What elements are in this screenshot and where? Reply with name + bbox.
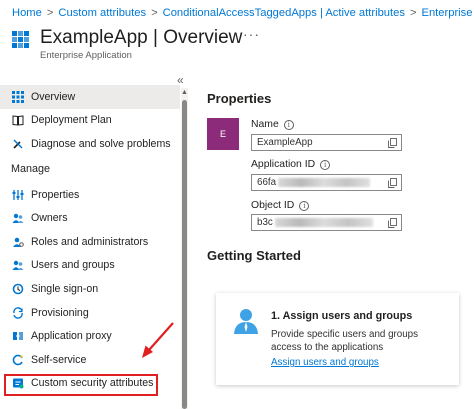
highlight-box	[4, 374, 158, 396]
copy-icon[interactable]	[388, 178, 397, 188]
sidebar-item-sso[interactable]: Single sign-on	[0, 277, 180, 301]
name-label: Name i	[251, 119, 294, 130]
object-id-value: b3c	[257, 217, 273, 228]
sso-icon	[11, 282, 24, 295]
card-title: 1. Assign users and groups	[271, 310, 413, 322]
breadcrumb-enterprise-applications[interactable]: Enterprise applicati	[422, 7, 474, 19]
properties-heading: Properties	[207, 91, 272, 106]
sidebar-item-deployment-plan[interactable]: Deployment Plan	[0, 109, 180, 133]
sidebar-item-overview[interactable]: Overview	[0, 85, 180, 109]
breadcrumb-custom-attributes[interactable]: Custom attributes	[58, 7, 146, 19]
grid-icon	[11, 90, 24, 103]
application-id-label: Application ID i	[251, 159, 331, 170]
book-icon	[11, 114, 24, 127]
sidebar-item-diagnose[interactable]: Diagnose and solve problems	[0, 132, 180, 156]
sidebar-item-self-service[interactable]: Self-service	[0, 348, 180, 372]
users-icon	[11, 259, 24, 272]
sidebar-item-label: Users and groups	[31, 259, 115, 272]
sidebar-item-label: Owners	[31, 212, 68, 225]
app-grid-icon	[12, 31, 30, 49]
redacted-value	[274, 218, 373, 227]
card-description: Provide specific users and groups access…	[271, 329, 419, 353]
wrench-icon	[11, 137, 24, 150]
object-id-field[interactable]: b3c	[251, 214, 402, 231]
sidebar-item-properties[interactable]: Properties	[0, 183, 180, 207]
sidebar-item-label: Properties	[31, 188, 80, 201]
application-id-label-text: Application ID	[251, 159, 316, 170]
copy-icon[interactable]	[388, 138, 397, 148]
sidebar-item-owners[interactable]: Owners	[0, 206, 180, 230]
breadcrumb-separator: >	[46, 7, 54, 19]
object-id-label: Object ID i	[251, 200, 310, 211]
sidebar-item-label: Self-service	[31, 353, 87, 366]
sidebar-item-label: Deployment Plan	[31, 114, 112, 127]
sidebar-item-provisioning[interactable]: Provisioning	[0, 301, 180, 325]
assign-users-card: 1. Assign users and groups Provide speci…	[216, 293, 459, 385]
breadcrumb-home[interactable]: Home	[12, 7, 42, 19]
name-field[interactable]: ExampleApp	[251, 134, 402, 151]
sidebar-item-label: Roles and administrators	[31, 235, 149, 248]
breadcrumb-separator: >	[409, 7, 417, 19]
sidebar-item-roles[interactable]: Roles and administrators	[0, 230, 180, 254]
sidebar-item-label: Single sign-on	[31, 282, 99, 295]
info-icon[interactable]: i	[320, 159, 331, 170]
info-icon[interactable]: i	[299, 200, 310, 211]
sidebar-item-app-proxy[interactable]: Application proxy	[0, 324, 180, 348]
breadcrumb: Home > Custom attributes > ConditionalAccess…	[12, 7, 474, 21]
provisioning-icon	[11, 306, 24, 319]
sidebar-item-users-groups[interactable]: Users and groups	[0, 254, 180, 278]
application-id-value: 66fa	[257, 177, 277, 188]
sidebar-section-manage: Manage	[11, 163, 51, 176]
sidebar-item-label: Diagnose and solve problems	[31, 137, 171, 150]
sidebar-item-label: Application proxy	[31, 330, 112, 343]
sidebar-item-label: Overview	[31, 90, 76, 103]
page-title: ExampleApp | Overview	[40, 27, 243, 48]
info-icon[interactable]: i	[283, 119, 294, 130]
name-value: ExampleApp	[257, 137, 313, 148]
sidebar-scrollbar-thumb[interactable]	[182, 100, 187, 409]
properties-icon	[11, 188, 24, 201]
sidebar-item-label: Provisioning	[31, 306, 89, 319]
redacted-value	[278, 178, 371, 187]
copy-icon[interactable]	[388, 218, 397, 228]
app-avatar: E	[207, 118, 239, 150]
page-subtitle: Enterprise Application	[40, 50, 132, 61]
breadcrumb-separator: >	[151, 7, 158, 19]
scroll-up-icon[interactable]: ▲	[181, 88, 188, 97]
sidebar-nav: Overview Deployment Plan Diagnose and so…	[0, 85, 180, 395]
owners-icon	[11, 212, 24, 225]
getting-started-heading: Getting Started	[207, 248, 301, 263]
name-label-text: Name	[251, 119, 279, 130]
user-icon	[234, 309, 258, 334]
proxy-icon	[11, 330, 24, 343]
object-id-label-text: Object ID	[251, 200, 295, 211]
roles-icon	[11, 235, 24, 248]
more-options-button[interactable]: ···	[243, 26, 260, 42]
breadcrumb-active-attributes[interactable]: ConditionalAccessTaggedApps | Active att…	[163, 7, 405, 19]
application-id-field[interactable]: 66fa	[251, 174, 402, 191]
self-service-icon	[11, 353, 24, 366]
assign-users-link[interactable]: Assign users and groups	[271, 357, 379, 368]
